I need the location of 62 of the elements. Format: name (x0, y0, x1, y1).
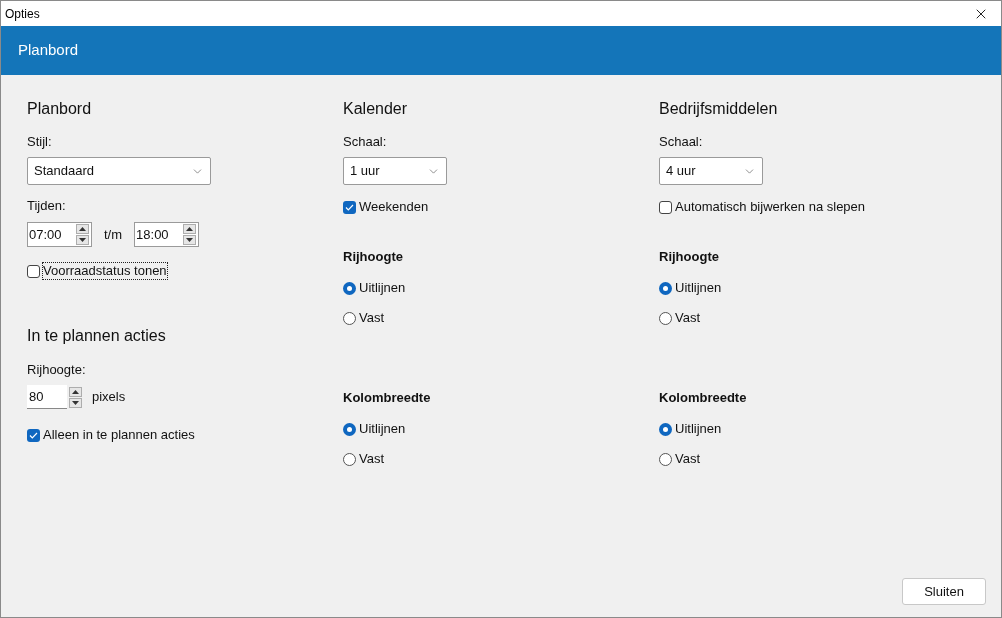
radio-label[interactable]: Vast (675, 310, 701, 326)
radio-label[interactable]: Vast (675, 451, 701, 467)
check-icon (29, 431, 38, 439)
spin-up-button[interactable] (76, 224, 89, 234)
radio-button[interactable] (343, 452, 356, 466)
group-heading: Kolombreedte (659, 389, 747, 407)
section-heading: In te plannen acties (27, 326, 166, 346)
check-icon (345, 203, 354, 211)
radio-label[interactable]: Vast (359, 310, 385, 326)
down-triangle-icon (72, 400, 79, 405)
up-triangle-icon (186, 227, 194, 231)
radio-button[interactable] (659, 311, 672, 325)
radio-button[interactable] (659, 422, 672, 436)
radio-button[interactable] (659, 281, 672, 295)
checkbox-label[interactable]: Weekenden (359, 199, 429, 215)
group-heading: Rijhoogte (659, 248, 720, 266)
dropdown[interactable]: Standaard (27, 157, 211, 185)
spin-down-button[interactable] (183, 235, 197, 245)
separator-label: t/m (104, 225, 123, 244)
window-title: Opties (4, 5, 40, 23)
radio-button[interactable] (343, 281, 356, 295)
radio-label[interactable]: Vast (359, 451, 385, 467)
up-triangle-icon (72, 389, 79, 394)
checkbox[interactable] (659, 200, 672, 214)
field-label: Schaal: (343, 133, 387, 151)
checkbox-label[interactable]: Alleen in te plannen acties (43, 427, 195, 443)
radio-label[interactable]: Uitlijnen (675, 421, 722, 437)
spin-down-button[interactable] (69, 397, 82, 408)
time-field[interactable]: 07:00 (27, 222, 92, 247)
radio-label[interactable]: Uitlijnen (675, 280, 722, 296)
field-label: Rijhoogte: (27, 361, 86, 379)
radio-button[interactable] (343, 311, 356, 325)
header-banner: Planbord (1, 26, 1001, 75)
radio-label[interactable]: Uitlijnen (359, 421, 406, 437)
checkbox[interactable] (27, 264, 40, 278)
checkbox-label[interactable]: Voorraadstatus tonen (43, 263, 167, 279)
radio-button[interactable] (343, 422, 356, 436)
field-label: Schaal: (659, 133, 703, 151)
field-label: Tijden: (27, 197, 66, 215)
radio-label[interactable]: Uitlijnen (359, 280, 406, 296)
group-heading: Kolombreedte (343, 389, 431, 407)
spin-up-button[interactable] (69, 386, 82, 397)
group-heading: Rijhoogte (343, 248, 404, 266)
section-heading: Kalender (343, 99, 408, 119)
checkbox-label[interactable]: Automatisch bijwerken na slepen (675, 199, 866, 215)
checkbox[interactable] (343, 200, 356, 214)
unit-label: pixels (92, 388, 126, 407)
section-heading: Planbord (27, 99, 92, 119)
radio-button[interactable] (659, 452, 672, 466)
down-triangle-icon (79, 238, 86, 242)
dropdown[interactable]: 1 uur (343, 157, 447, 185)
spin-down-button[interactable] (76, 235, 89, 245)
section-heading: Bedrijfsmiddelen (659, 99, 778, 119)
number-field[interactable]: 80 (27, 385, 67, 409)
time-field[interactable]: 18:00 (134, 222, 200, 247)
spin-up-button[interactable] (183, 224, 197, 234)
dropdown[interactable]: 4 uur (659, 157, 763, 185)
down-triangle-icon (186, 238, 194, 242)
up-triangle-icon (79, 227, 86, 231)
field-label: Stijl: (27, 133, 52, 151)
close-dialog-button[interactable]: Sluiten (902, 578, 986, 605)
checkbox[interactable] (27, 428, 40, 442)
